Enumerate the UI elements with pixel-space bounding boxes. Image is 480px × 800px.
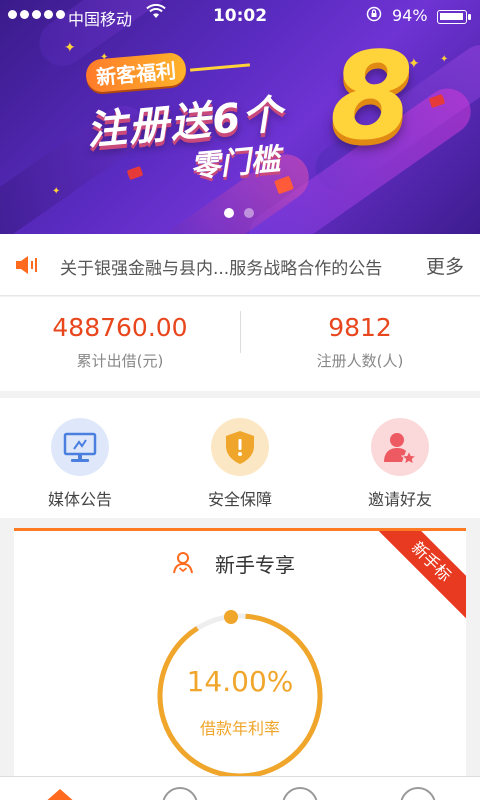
banner-big-number: 8 xyxy=(330,28,414,167)
battery-icon xyxy=(437,10,471,24)
rotation-lock-icon xyxy=(366,6,382,26)
media-announcements-button[interactable]: 媒体公告 xyxy=(20,418,140,510)
interest-rate-value: 14.00% xyxy=(186,665,294,698)
invite-friends-label: 邀请好友 xyxy=(367,490,432,509)
security-button[interactable]: 安全保障 xyxy=(180,418,300,510)
interest-rate-ring: 14.00% 借款年利率 xyxy=(153,609,327,783)
monitor-icon xyxy=(51,418,109,476)
promo-banner[interactable]: ✦ ✦ ✦ ✦ ✦ 新客福利 注册送6个 零门槛 8 xyxy=(0,0,480,234)
total-lent-label: 累计出借(元) xyxy=(76,352,164,370)
shield-icon xyxy=(211,418,269,476)
announcement-bar[interactable]: 关于银强金融与县内...服务战略合作的公告 更多 xyxy=(0,234,480,296)
product-title: 新手专享 xyxy=(215,553,295,577)
invite-friend-icon xyxy=(371,418,429,476)
home-tab-icon[interactable] xyxy=(44,789,76,800)
speaker-icon xyxy=(14,254,40,276)
platform-stats: 488760.00 累计出借(元) 9812 注册人数(人) xyxy=(0,297,480,391)
quick-actions: 媒体公告 安全保障 邀请好友 xyxy=(0,398,480,518)
total-lent-stat: 488760.00 累计出借(元) xyxy=(0,313,240,371)
banner-pager[interactable] xyxy=(224,208,254,218)
banner-subheadline: 零门槛 xyxy=(188,142,282,185)
media-announcements-label: 媒体公告 xyxy=(47,490,112,509)
more-announcements-link[interactable]: 更多 xyxy=(426,252,464,279)
total-lent-value: 488760.00 xyxy=(52,313,188,342)
registered-users-label: 注册人数(人) xyxy=(316,352,404,370)
discover-tab-icon[interactable] xyxy=(282,787,318,800)
security-label: 安全保障 xyxy=(207,490,272,509)
registered-users-value: 9812 xyxy=(328,313,392,342)
account-tab-icon[interactable] xyxy=(400,787,436,800)
announcement-text[interactable]: 关于银强金融与县内...服务战略合作的公告 xyxy=(60,254,382,279)
bottom-tab-bar xyxy=(0,776,480,800)
pager-dot-2[interactable] xyxy=(244,208,254,218)
pager-dot-1[interactable] xyxy=(224,208,234,218)
battery-percent: 94% xyxy=(392,6,428,25)
newbie-product-card[interactable]: 新手专享 新手标 14.00% 借款年利率 xyxy=(14,528,466,800)
status-bar: 中国移动 10:02 94% xyxy=(0,0,480,34)
registered-users-stat: 9812 注册人数(人) xyxy=(240,313,480,371)
invite-friends-button[interactable]: 邀请好友 xyxy=(340,418,460,510)
invest-tab-icon[interactable] xyxy=(162,787,198,800)
interest-rate-label: 借款年利率 xyxy=(199,719,280,738)
